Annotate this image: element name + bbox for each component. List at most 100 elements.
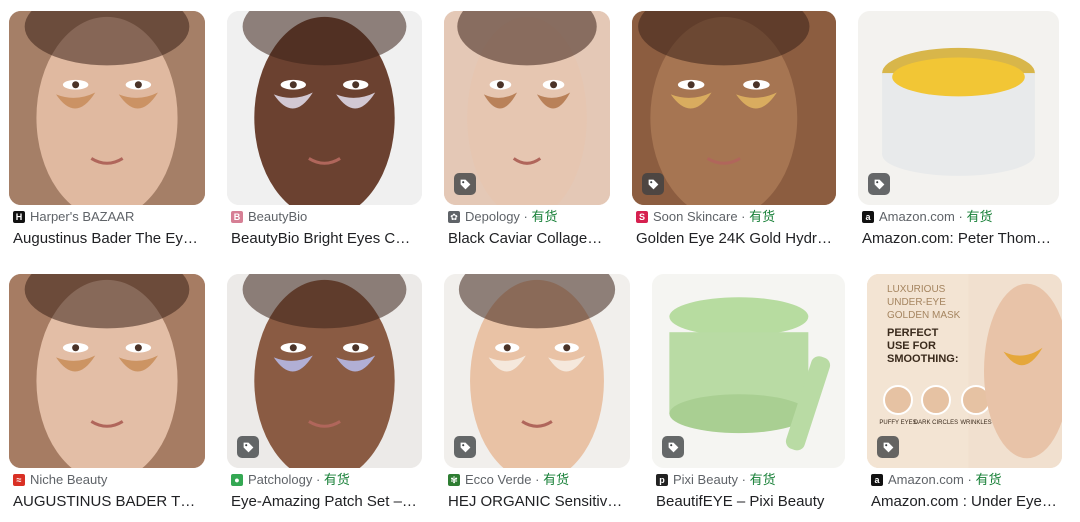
site-favicon-icon: p (656, 474, 668, 486)
result-thumbnail[interactable] (444, 274, 630, 468)
jar-lid-shape (669, 297, 809, 337)
in-stock-label: 有货 (323, 472, 350, 487)
result-thumbnail[interactable] (444, 11, 610, 205)
result-thumbnail[interactable] (227, 274, 422, 468)
price-tag-icon (642, 173, 664, 195)
in-stock-label: 有货 (749, 472, 776, 487)
separator-dot: · (519, 209, 532, 224)
in-stock-label: 有货 (749, 209, 776, 224)
image-result-card[interactable]: ✾ Ecco Verde · 有货 HEJ ORGANIC Sensitive Ey… (444, 274, 630, 518)
image-result-card[interactable]: ● Patchology · 有货 Eye-Amazing Patch Set – … (227, 274, 422, 518)
source-name: Depology (465, 209, 520, 224)
promo-text-line1: LUXURIOUS (887, 284, 946, 295)
thumbnail-illustration (227, 11, 422, 205)
price-tag-icon (454, 436, 476, 458)
result-title-link[interactable]: Golden Eye 24K Gold Hydrogel Eye Patches (636, 229, 832, 249)
promo-text-line5: USE FOR (887, 340, 936, 352)
site-favicon-icon: ≈ (13, 474, 25, 486)
result-title-link[interactable]: Augustinus Bader The Eye Patches (13, 229, 201, 249)
iris-shape (72, 81, 80, 89)
source-name: Ecco Verde (465, 472, 532, 487)
source-name: Pixi Beauty (673, 472, 739, 487)
result-source[interactable]: S Soon Skincare · 有货 (636, 209, 836, 225)
jar-contents-shape (892, 57, 1025, 97)
result-thumbnail[interactable] (632, 11, 836, 205)
site-favicon-icon: a (862, 211, 874, 223)
promo-label-label2: DARK CIRCLES (914, 420, 958, 426)
price-tag-icon (237, 436, 259, 458)
promo-eye-circle (883, 385, 913, 415)
iris-shape (563, 344, 571, 352)
result-source[interactable]: p Pixi Beauty · 有货 (656, 472, 845, 488)
source-name: BeautyBio (248, 209, 308, 224)
result-thumbnail[interactable] (858, 11, 1059, 205)
price-tag-icon (662, 436, 684, 458)
promo-text-line3: GOLDEN MASK (887, 310, 961, 321)
result-thumbnail[interactable] (9, 274, 205, 468)
iris-shape (496, 81, 504, 89)
site-favicon-icon: ✿ (448, 211, 460, 223)
jar-base-shape (669, 394, 809, 434)
result-title-link[interactable]: BeautyBio Bright Eyes Cooling Hydrogel P… (231, 229, 418, 249)
separator-dot: · (963, 472, 976, 487)
result-source[interactable]: a Amazon.com · 有货 (862, 209, 1059, 225)
image-result-card[interactable]: H Harper's BAZAAR Augustinus Bader The Eye… (9, 11, 205, 255)
result-thumbnail[interactable] (9, 11, 205, 205)
result-title-link[interactable]: BeautifEYE – Pixi Beauty (656, 492, 841, 512)
image-result-card[interactable]: p Pixi Beauty · 有货 BeautifEYE – Pixi Beaut… (652, 274, 845, 518)
separator-dot: · (954, 209, 967, 224)
result-source[interactable]: ≈ Niche Beauty (13, 472, 205, 488)
separator-dot: · (738, 472, 750, 487)
image-result-card[interactable]: LUXURIOUS UNDER-EYE GOLDEN MASK PERFECT USE … (867, 274, 1062, 518)
in-stock-label: 有货 (966, 209, 993, 224)
source-name: Amazon.com (888, 472, 964, 487)
result-thumbnail[interactable]: LUXURIOUS UNDER-EYE GOLDEN MASK PERFECT USE … (867, 274, 1062, 468)
site-favicon-icon: S (636, 211, 648, 223)
iris-shape (503, 344, 511, 352)
promo-text-line4: PERFECT (887, 327, 939, 339)
result-title-link[interactable]: Amazon.com: Peter Thomas Roth 24K Gold P… (862, 229, 1055, 249)
image-result-card[interactable]: S Soon Skincare · 有货 Golden Eye 24K Gold H… (632, 11, 836, 255)
source-name: Niche Beauty (30, 472, 108, 487)
separator-dot: · (737, 209, 750, 224)
in-stock-label: 有货 (543, 472, 570, 487)
iris-shape (72, 344, 80, 352)
result-source[interactable]: B BeautyBio (231, 209, 422, 225)
result-source[interactable]: H Harper's BAZAAR (13, 209, 205, 225)
result-thumbnail[interactable] (227, 11, 422, 205)
image-result-card[interactable]: B BeautyBio BeautyBio Bright Eyes Cooling … (227, 11, 422, 255)
site-favicon-icon: a (871, 474, 883, 486)
thumbnail-illustration (9, 274, 205, 468)
result-source[interactable]: ✾ Ecco Verde · 有货 (448, 472, 630, 488)
iris-shape (352, 81, 360, 89)
separator-dot: · (312, 472, 324, 487)
source-name: Patchology (248, 472, 313, 487)
iris-shape (752, 81, 760, 89)
thumbnail-illustration (9, 11, 205, 205)
iris-shape (352, 344, 360, 352)
site-favicon-icon: B (231, 211, 243, 223)
result-title-link[interactable]: Eye-Amazing Patch Set – Patchology (231, 492, 418, 512)
in-stock-label: 有货 (531, 209, 558, 224)
result-thumbnail[interactable] (652, 274, 845, 468)
result-title-link[interactable]: AUGUSTINUS BADER The Eye Patches (13, 492, 201, 512)
source-name: Soon Skincare (653, 209, 738, 224)
result-title-link[interactable]: Amazon.com : Under Eye Patches Gold Eye … (871, 492, 1058, 512)
iris-shape (289, 344, 297, 352)
iris-shape (134, 81, 142, 89)
result-source[interactable]: ✿ Depology · 有货 (448, 209, 610, 225)
promo-eye-circle (921, 385, 951, 415)
result-title-link[interactable]: Black Caviar Collagen Eye Patches (448, 229, 606, 249)
result-source[interactable]: a Amazon.com · 有货 (871, 472, 1062, 488)
site-favicon-icon: H (13, 211, 25, 223)
result-source[interactable]: ● Patchology · 有货 (231, 472, 422, 488)
image-result-card[interactable]: a Amazon.com · 有货 Amazon.com: Peter Thomas… (858, 11, 1059, 255)
image-result-card[interactable]: ✿ Depology · 有货 Black Caviar Collagen Eye … (444, 11, 610, 255)
source-name: Harper's BAZAAR (30, 209, 135, 224)
promo-label-label3: WRINKLES (960, 420, 991, 426)
jar-base-shape (882, 133, 1035, 176)
image-result-card[interactable]: ≈ Niche Beauty AUGUSTINUS BADER The Eye Pa… (9, 274, 205, 518)
promo-text-line2: UNDER-EYE (887, 297, 946, 308)
result-title-link[interactable]: HEJ ORGANIC Sensitive Eye Pads (448, 492, 626, 512)
iris-shape (289, 81, 297, 89)
